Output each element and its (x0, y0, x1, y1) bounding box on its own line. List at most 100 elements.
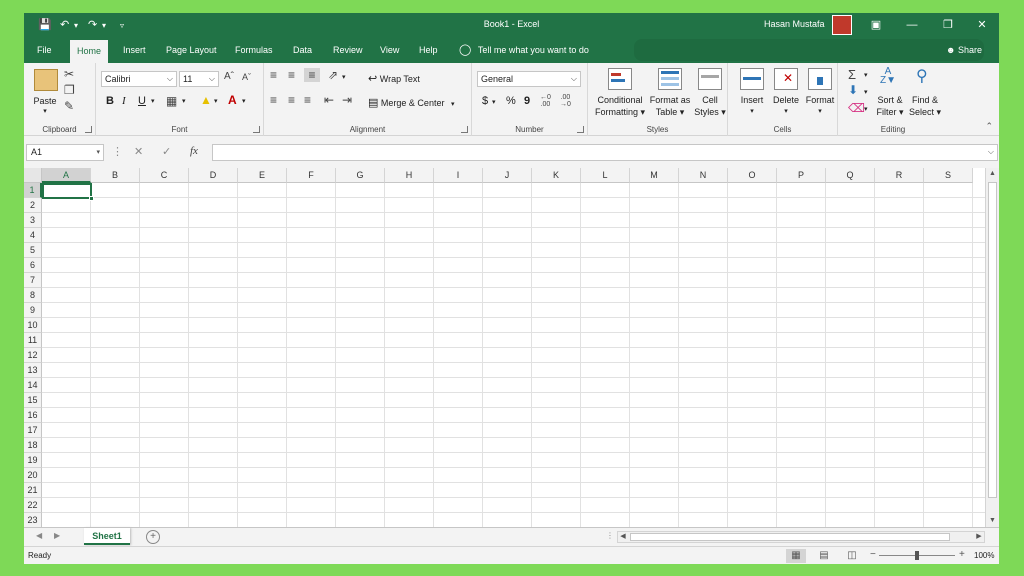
row-header-14[interactable]: 14 (24, 378, 42, 393)
page-layout-view-icon[interactable]: ▤ (814, 549, 834, 563)
bold-button[interactable]: B (106, 95, 114, 107)
number-launcher-icon[interactable] (577, 126, 584, 133)
autosum-icon[interactable]: Σ (848, 67, 856, 82)
row-header-7[interactable]: 7 (24, 273, 42, 288)
row-header-4[interactable]: 4 (24, 228, 42, 243)
align-left-icon[interactable]: ≡ (270, 93, 277, 107)
row-header-12[interactable]: 12 (24, 348, 42, 363)
scroll-up-icon[interactable]: ▲ (986, 168, 999, 180)
column-header-k[interactable]: K (532, 168, 581, 183)
row-header-3[interactable]: 3 (24, 213, 42, 228)
select-all-corner[interactable] (24, 168, 42, 183)
row-header-19[interactable]: 19 (24, 453, 42, 468)
column-header-s[interactable]: S (924, 168, 973, 183)
column-header-p[interactable]: P (777, 168, 826, 183)
row-header-16[interactable]: 16 (24, 408, 42, 423)
active-cell[interactable] (42, 183, 94, 201)
user-name[interactable]: Hasan Mustafa (764, 19, 825, 29)
row-header-13[interactable]: 13 (24, 363, 42, 378)
column-header-b[interactable]: B (91, 168, 140, 183)
align-top-icon[interactable]: ≡ (270, 68, 277, 82)
column-header-o[interactable]: O (728, 168, 777, 183)
name-box[interactable]: A1 ▾ (26, 144, 104, 161)
row-header-6[interactable]: 6 (24, 258, 42, 273)
row-header-22[interactable]: 22 (24, 498, 42, 513)
tab-formulas[interactable]: Formulas (228, 37, 280, 63)
copy-icon[interactable]: ❐ (64, 83, 75, 97)
row-header-9[interactable]: 9 (24, 303, 42, 318)
currency-dropdown-icon[interactable]: ▾ (492, 98, 496, 106)
cancel-icon[interactable]: ✕ (134, 145, 143, 158)
add-sheet-icon[interactable]: + (146, 530, 160, 544)
zoom-level[interactable]: 100% (974, 551, 994, 560)
tab-data[interactable]: Data (286, 37, 319, 63)
alignment-launcher-icon[interactable] (461, 126, 468, 133)
font-launcher-icon[interactable] (253, 126, 260, 133)
horizontal-scrollbar[interactable]: ◀ ▶ (617, 531, 985, 543)
increase-decimal-icon[interactable]: ←0.00 (540, 94, 551, 108)
column-header-m[interactable]: M (630, 168, 679, 183)
column-header-h[interactable]: H (385, 168, 434, 183)
vertical-scrollbar[interactable]: ▲ ▼ (985, 168, 999, 527)
row-header-20[interactable]: 20 (24, 468, 42, 483)
font-color-dropdown-icon[interactable]: ▾ (242, 97, 246, 105)
underline-button[interactable]: U (138, 95, 146, 107)
font-size-select[interactable]: 11 ⌵ (179, 71, 219, 87)
font-color-icon[interactable]: A (228, 93, 237, 107)
close-icon[interactable]: ✕ (970, 16, 994, 34)
column-header-c[interactable]: C (140, 168, 189, 183)
decrease-indent-icon[interactable]: ⇤ (324, 93, 334, 107)
page-break-preview-icon[interactable]: ◫ (842, 549, 862, 563)
decrease-font-size-icon[interactable]: Aˇ (242, 72, 251, 82)
percent-button[interactable]: % (506, 95, 516, 107)
clear-icon[interactable]: ⌫ (848, 101, 865, 115)
cell-area[interactable] (42, 183, 985, 527)
fill-color-icon[interactable]: ▲ (200, 93, 212, 107)
row-header-1[interactable]: 1 (24, 183, 42, 198)
vertical-scroll-thumb[interactable] (988, 182, 997, 498)
scroll-down-icon[interactable]: ▼ (986, 515, 999, 527)
align-center-icon[interactable]: ≡ (288, 93, 295, 107)
tab-split-grip-icon[interactable]: ⋮ (606, 531, 614, 540)
number-format-select[interactable]: General ⌵ (477, 71, 581, 87)
paste-icon[interactable] (34, 69, 58, 91)
wrap-text-button[interactable]: ↩ Wrap Text (368, 72, 420, 85)
column-header-q[interactable]: Q (826, 168, 875, 183)
column-header-i[interactable]: I (434, 168, 483, 183)
restore-icon[interactable]: ❐ (936, 16, 960, 34)
column-header-d[interactable]: D (189, 168, 238, 183)
borders-dropdown-icon[interactable]: ▾ (182, 97, 186, 105)
fill-icon[interactable]: ⬇ (848, 83, 858, 97)
column-header-r[interactable]: R (875, 168, 924, 183)
zoom-in-icon[interactable]: + (959, 549, 965, 560)
paste-dropdown-icon[interactable]: ▾ (40, 107, 50, 115)
align-right-icon[interactable]: ≡ (304, 93, 311, 107)
ribbon-display-options-icon[interactable]: ▣ (864, 16, 888, 34)
formula-input[interactable]: ⌵ (212, 144, 998, 161)
column-header-n[interactable]: N (679, 168, 728, 183)
column-header-g[interactable]: G (336, 168, 385, 183)
cut-icon[interactable]: ✂ (64, 67, 74, 81)
tab-page-layout[interactable]: Page Layout (159, 37, 224, 63)
horizontal-scroll-thumb[interactable] (630, 533, 950, 541)
previous-sheet-icon[interactable]: ◀ (36, 531, 42, 540)
next-sheet-icon[interactable]: ▶ (54, 531, 60, 540)
zoom-slider[interactable] (879, 551, 955, 560)
align-middle-icon[interactable]: ≡ (288, 68, 295, 82)
fill-dropdown-icon[interactable]: ▾ (864, 88, 868, 96)
expand-formula-bar-icon[interactable]: ⌵ (988, 147, 994, 157)
column-header-l[interactable]: L (581, 168, 630, 183)
fill-color-dropdown-icon[interactable]: ▾ (214, 97, 218, 105)
currency-button[interactable]: $ (482, 95, 488, 107)
column-header-j[interactable]: J (483, 168, 532, 183)
row-header-18[interactable]: 18 (24, 438, 42, 453)
insert-function-icon[interactable]: fx (190, 145, 198, 157)
tab-review[interactable]: Review (326, 37, 370, 63)
enter-icon[interactable]: ✓ (162, 145, 171, 158)
normal-view-icon[interactable]: ▦ (786, 549, 806, 563)
align-bottom-icon[interactable]: ≡ (304, 68, 320, 82)
scroll-left-icon[interactable]: ◀ (618, 532, 628, 542)
minimize-icon[interactable]: — (900, 16, 924, 34)
row-header-21[interactable]: 21 (24, 483, 42, 498)
collapse-ribbon-icon[interactable]: ⌃ (985, 121, 993, 132)
